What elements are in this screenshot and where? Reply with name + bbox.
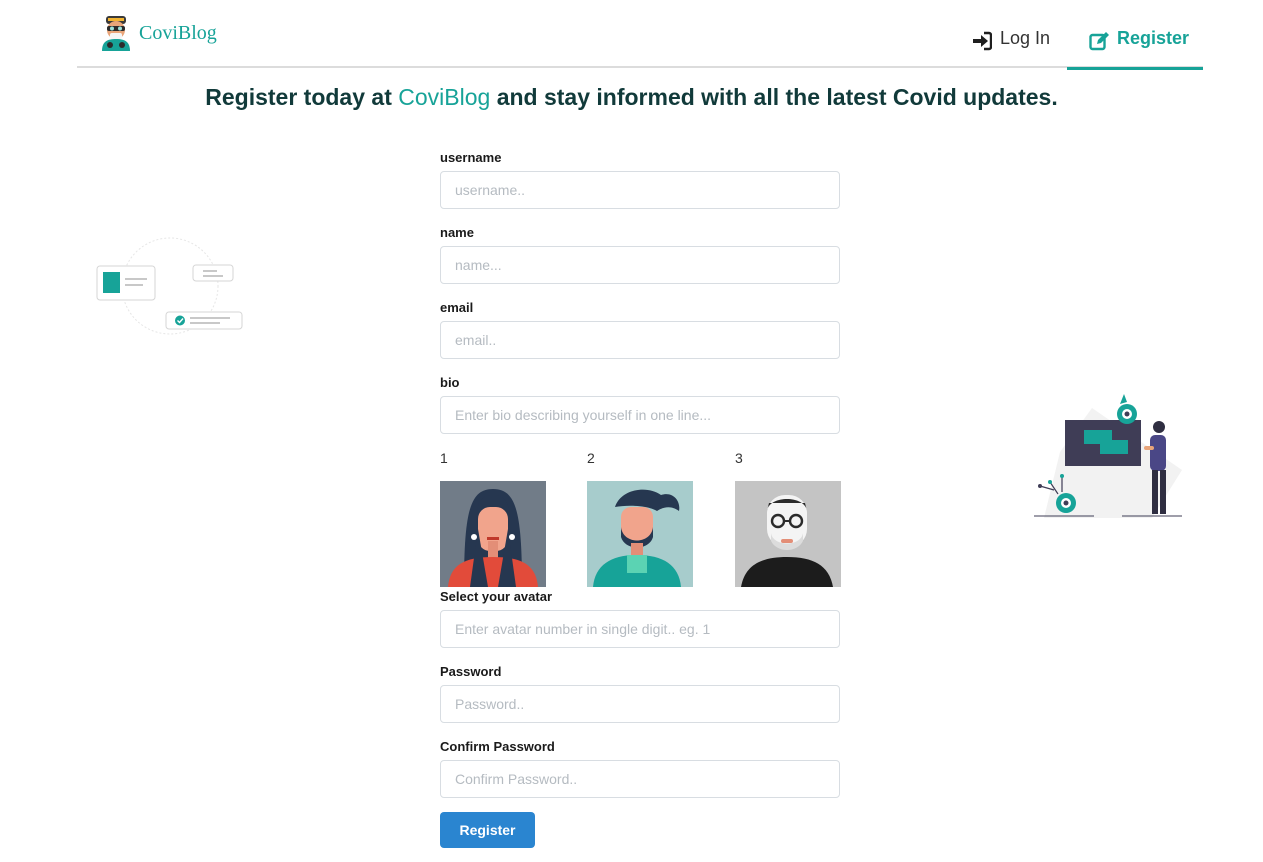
brand-logo-icon bbox=[102, 16, 130, 51]
brand[interactable]: CoviBlog bbox=[99, 14, 217, 52]
headline-suffix: and stay informed with all the latest Co… bbox=[496, 84, 1058, 110]
brand-name: CoviBlog bbox=[139, 21, 217, 44]
name-label: name bbox=[440, 225, 474, 240]
nav-register-label: Register bbox=[1117, 28, 1190, 48]
email-input[interactable] bbox=[440, 321, 840, 359]
avatar-select-label: Select your avatar bbox=[440, 589, 553, 604]
avatar-number-input[interactable] bbox=[440, 610, 840, 648]
nav-login-link[interactable]: Log In bbox=[972, 28, 1050, 68]
username-input[interactable] bbox=[440, 171, 840, 209]
avatar-number-1: 1 bbox=[440, 450, 448, 466]
bio-input[interactable] bbox=[440, 396, 840, 434]
avatar-number-2: 2 bbox=[587, 450, 595, 466]
nav-register-link[interactable]: Register bbox=[1067, 28, 1203, 70]
edit-icon bbox=[1089, 32, 1109, 51]
presentation-illustration bbox=[1034, 394, 1182, 518]
password-input[interactable] bbox=[440, 685, 840, 723]
sign-in-icon bbox=[973, 31, 992, 51]
password-label: Password bbox=[440, 664, 502, 679]
nav-login-label: Log In bbox=[1000, 28, 1051, 48]
navbar: CoviBlog Log In Register bbox=[77, 0, 1203, 70]
confirm-password-label: Confirm Password bbox=[440, 739, 555, 754]
avatar-number-3: 3 bbox=[735, 450, 743, 466]
register-submit-button[interactable]: Register bbox=[440, 812, 535, 848]
username-label: username bbox=[440, 150, 502, 165]
messages-illustration bbox=[96, 237, 243, 335]
confirm-password-input[interactable] bbox=[440, 760, 840, 798]
avatar-option-3[interactable] bbox=[735, 481, 841, 587]
avatar-option-1[interactable] bbox=[440, 481, 546, 587]
headline-brand: CoviBlog bbox=[398, 84, 491, 110]
avatar-option-2[interactable] bbox=[587, 481, 693, 587]
page-headline: Register today at CoviBlog and stay info… bbox=[0, 84, 1263, 111]
name-input[interactable] bbox=[440, 246, 840, 284]
bio-label: bio bbox=[440, 375, 460, 390]
email-label: email bbox=[440, 300, 474, 315]
headline-prefix: Register today at bbox=[205, 84, 392, 110]
